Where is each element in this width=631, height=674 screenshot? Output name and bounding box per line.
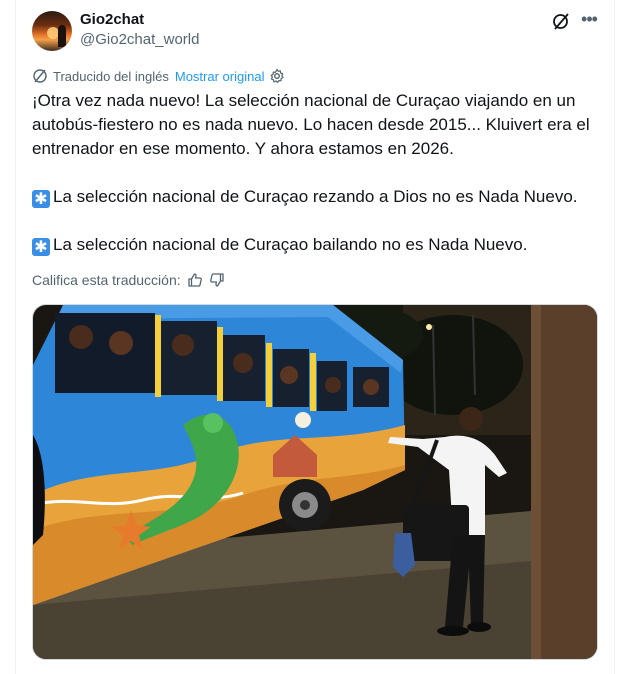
- timeline-border-right: [614, 0, 615, 674]
- translation-label: Traducido del inglés: [53, 68, 169, 84]
- thumbs-up-icon[interactable]: [187, 272, 203, 288]
- tweet-paragraph-3-text: La selección nacional de Curaçao bailand…: [53, 235, 528, 254]
- show-original-link[interactable]: Mostrar original: [175, 69, 265, 84]
- avatar-silhouette: [58, 25, 66, 47]
- rate-translation-bar: Califica esta traducción:: [32, 271, 225, 289]
- tweet-text: ¡Otra vez nada nuevo! La selección nacio…: [32, 89, 602, 257]
- translate-icon: [33, 69, 47, 83]
- tweet-paragraph-3: ✱ La selección nacional de Curaçao bailan…: [32, 233, 602, 257]
- asterisk-emoji-icon: ✱: [32, 190, 50, 208]
- handle[interactable]: @Gio2chat_world: [80, 31, 199, 48]
- bus-photo-illustration: [33, 305, 597, 659]
- display-name[interactable]: Gio2chat: [80, 11, 144, 28]
- tweet-paragraph-1: ¡Otra vez nada nuevo! La selección nacio…: [32, 91, 590, 158]
- tweet-paragraph-2: ✱ La selección nacional de Curaçao rezand…: [32, 185, 602, 209]
- thumbs-down-icon[interactable]: [209, 272, 225, 288]
- gear-icon[interactable]: [269, 68, 285, 84]
- avatar[interactable]: [32, 11, 72, 51]
- rate-translation-label: Califica esta traducción:: [32, 272, 181, 288]
- timeline-border-left: [15, 0, 16, 674]
- tweet-paragraph-2-text: La selección nacional de Curaçao rezando…: [53, 187, 578, 206]
- grok-icon[interactable]: [551, 11, 571, 31]
- asterisk-emoji-icon: ✱: [32, 238, 50, 256]
- translation-bar: Traducido del inglés Mostrar original: [32, 67, 285, 85]
- tweet-photo[interactable]: [32, 304, 598, 660]
- more-icon[interactable]: •••: [580, 10, 598, 30]
